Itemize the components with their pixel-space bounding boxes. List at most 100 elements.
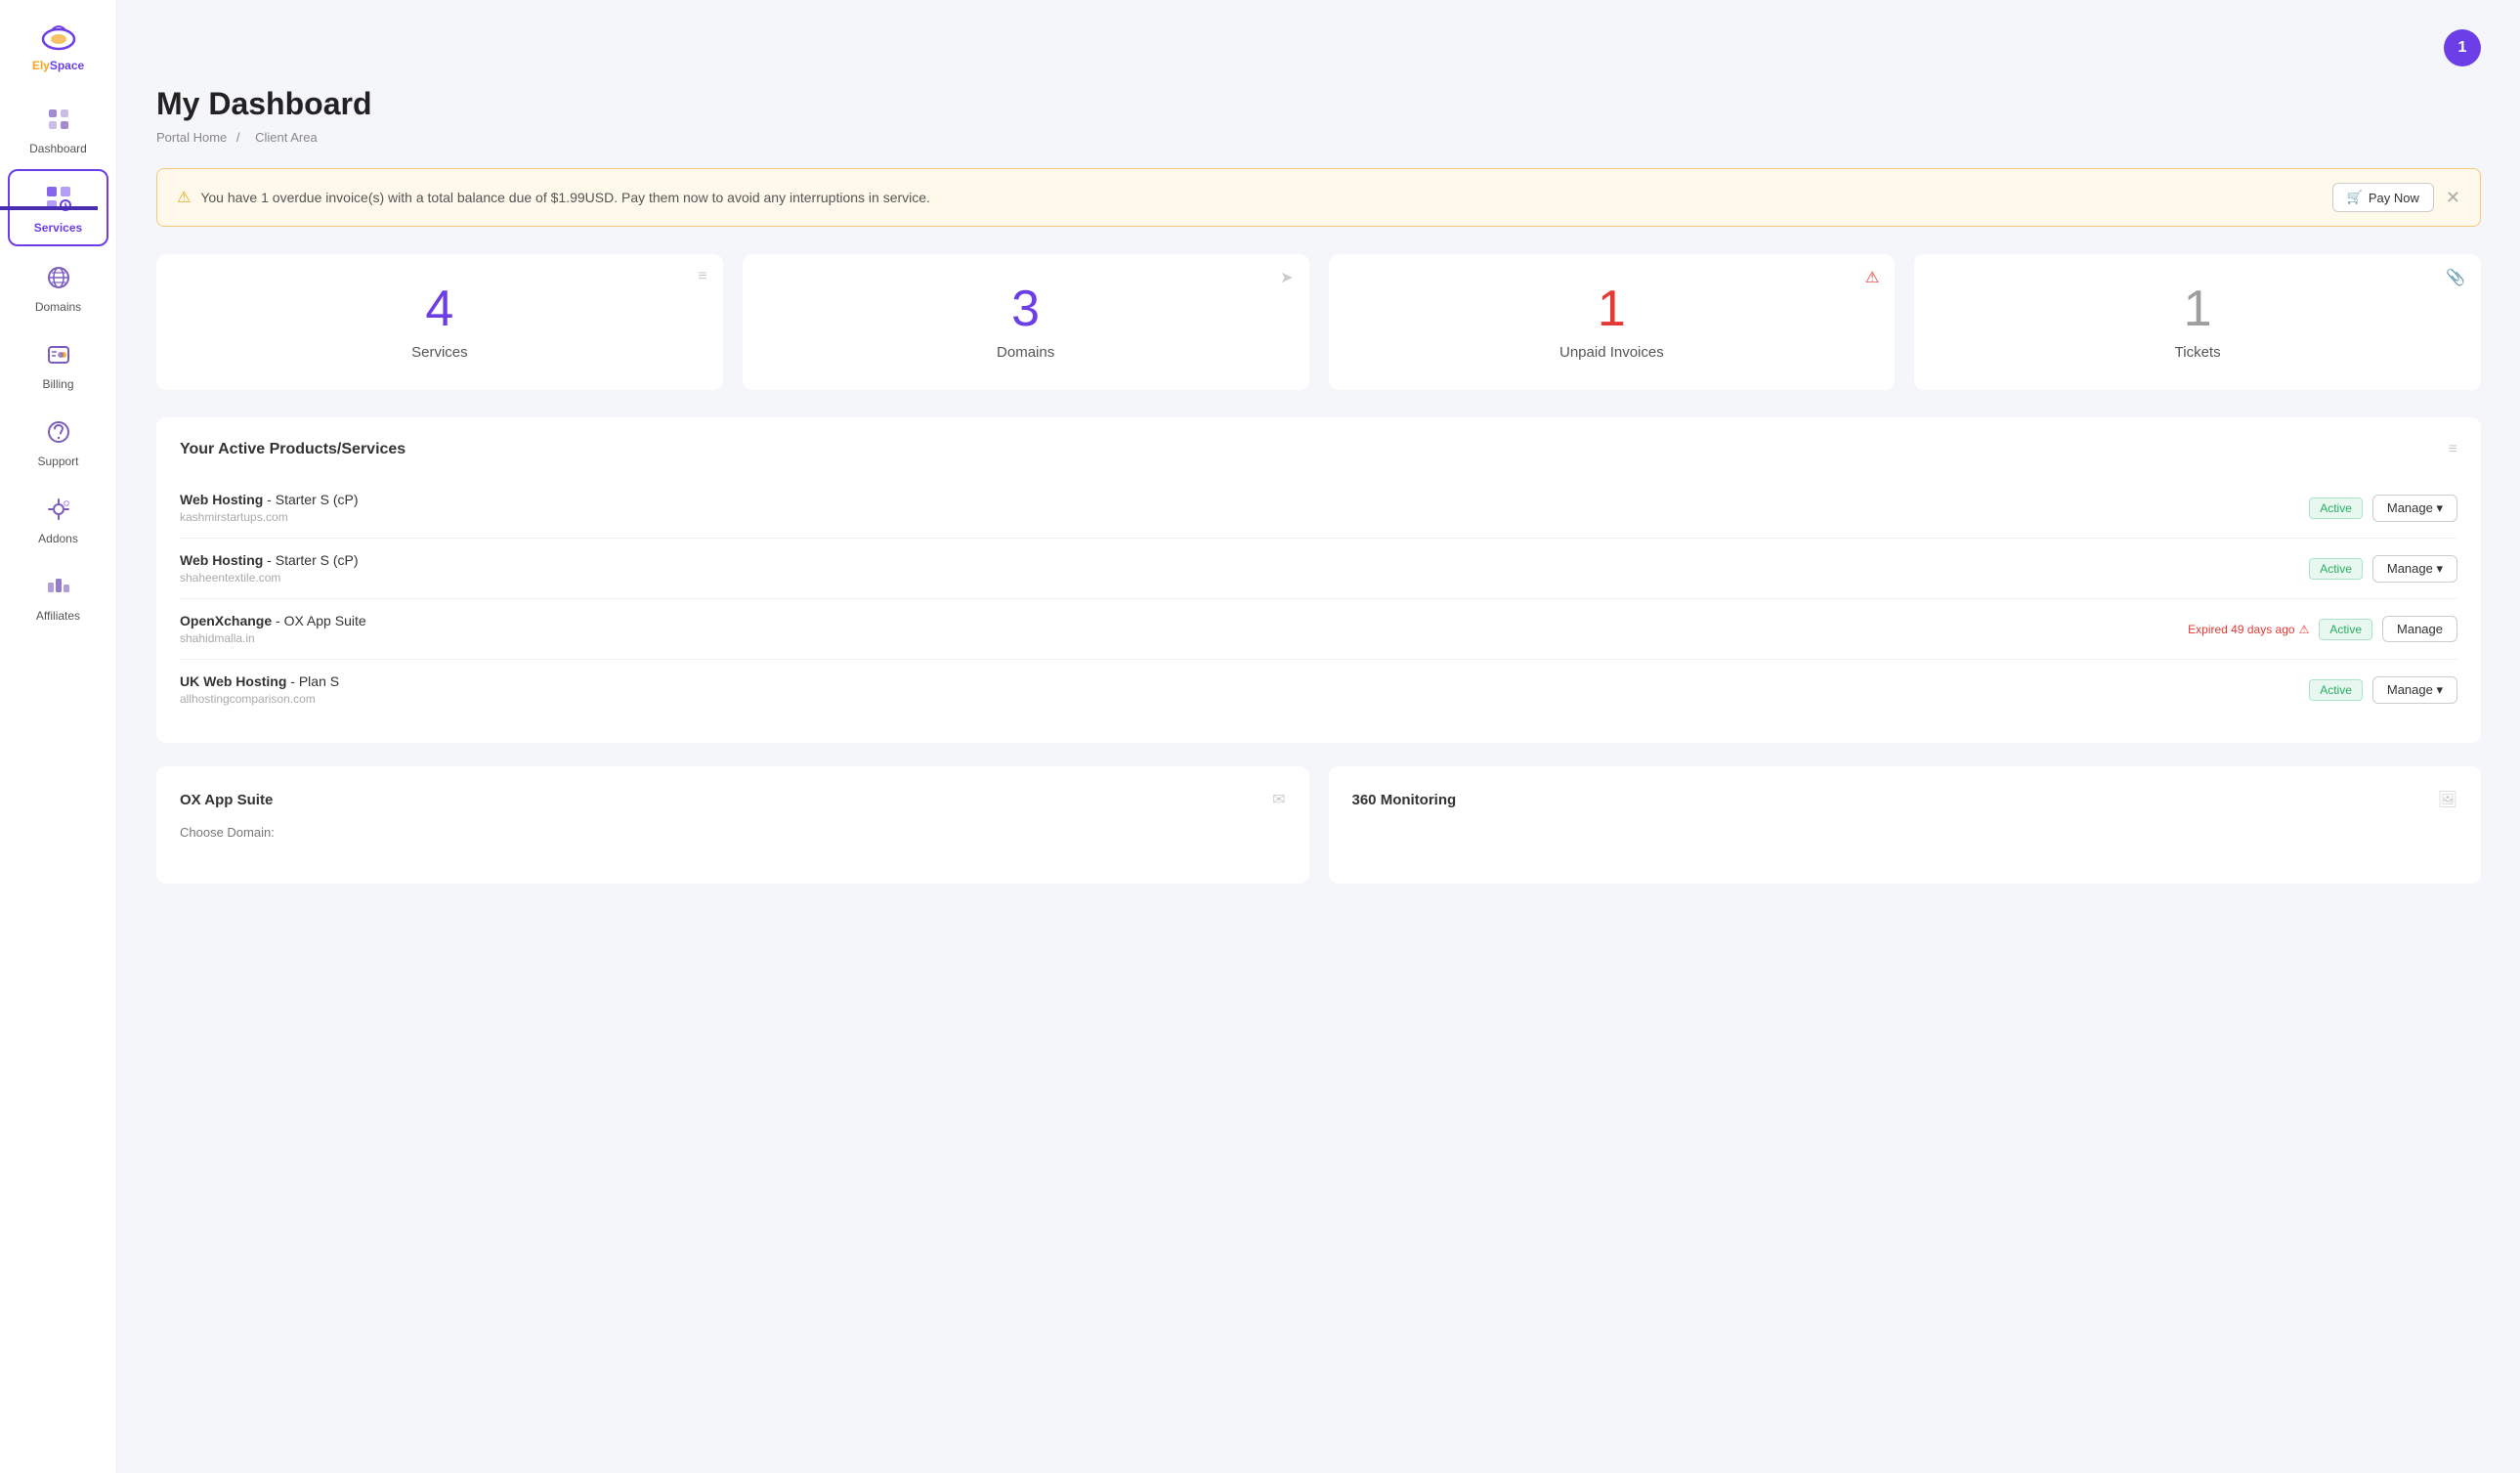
small-card-header: 360 Monitoring 🖼 bbox=[1352, 790, 2458, 809]
stats-grid: ≡ 4 Services ➤ 3 Domains ⚠ 1 Unpaid Invo… bbox=[156, 254, 2481, 390]
ox-app-suite-title: OX App Suite bbox=[180, 792, 273, 808]
status-badge: Active bbox=[2309, 679, 2363, 701]
stat-invoices-alert-icon: ⚠ bbox=[1865, 268, 1879, 287]
stat-card-services: ≡ 4 Services bbox=[156, 254, 723, 390]
sidebar-item-services-label: Services bbox=[34, 221, 82, 235]
sidebar-item-addons[interactable]: Addons bbox=[8, 482, 108, 555]
service-row: UK Web Hosting - Plan S allhostingcompar… bbox=[180, 660, 2457, 719]
stat-domains-number: 3 bbox=[762, 283, 1290, 334]
main-content: 1 My Dashboard Portal Home / Client Area… bbox=[117, 0, 2520, 1473]
close-alert-button[interactable]: ✕ bbox=[2446, 188, 2460, 208]
alert-banner: ⚠ You have 1 overdue invoice(s) with a t… bbox=[156, 168, 2481, 227]
notification-badge[interactable]: 1 bbox=[2444, 29, 2481, 66]
sidebar-item-addons-label: Addons bbox=[38, 532, 78, 545]
stat-domains-label: Domains bbox=[762, 344, 1290, 361]
support-icon bbox=[41, 414, 76, 450]
service-name: OpenXchange - OX App Suite bbox=[180, 613, 366, 628]
manage-button[interactable]: Manage ▾ bbox=[2372, 555, 2457, 583]
addons-icon bbox=[41, 492, 76, 527]
service-domain: shahidmalla.in bbox=[180, 631, 366, 645]
service-domain: shaheentextile.com bbox=[180, 571, 359, 585]
service-name: Web Hosting - Starter S (cP) bbox=[180, 552, 359, 568]
top-bar: 1 bbox=[156, 29, 2481, 66]
small-card-header: OX App Suite ✉ bbox=[180, 790, 1286, 809]
monitoring-icon: 🖼 bbox=[2438, 790, 2457, 809]
manage-button[interactable]: Manage ▾ bbox=[2372, 495, 2457, 522]
envelope-icon: ✉ bbox=[1272, 790, 1285, 809]
sidebar-item-affiliates[interactable]: Affiliates bbox=[8, 559, 108, 632]
app-name: ElySpace bbox=[32, 59, 84, 72]
page-title: My Dashboard bbox=[156, 86, 2481, 122]
status-badge: Active bbox=[2309, 498, 2363, 519]
expired-alert-icon: ⚠ bbox=[2299, 623, 2310, 636]
sidebar: ElySpace Dashboard bbox=[0, 0, 117, 1473]
sidebar-item-services[interactable]: Services bbox=[8, 169, 108, 246]
stat-invoices-number: 1 bbox=[1348, 283, 1876, 334]
breadcrumb-separator: / bbox=[236, 130, 240, 145]
breadcrumb-home[interactable]: Portal Home bbox=[156, 130, 227, 145]
service-row: OpenXchange - OX App Suite shahidmalla.i… bbox=[180, 599, 2457, 660]
stat-tickets-icon: 📎 bbox=[2446, 268, 2465, 287]
choose-domain-label: Choose Domain: bbox=[180, 825, 1286, 840]
sidebar-item-support-label: Support bbox=[37, 455, 78, 468]
services-section-header: Your Active Products/Services ≡ bbox=[180, 441, 2457, 458]
service-actions: Active Manage ▾ bbox=[2309, 676, 2457, 704]
stat-services-number: 4 bbox=[176, 283, 704, 334]
stat-tickets-number: 1 bbox=[1934, 283, 2461, 334]
sidebar-item-dashboard[interactable]: Dashboard bbox=[8, 92, 108, 165]
alert-right: 🛒 Pay Now ✕ bbox=[2332, 183, 2460, 212]
cart-icon: 🛒 bbox=[2347, 190, 2363, 205]
alert-warning-icon: ⚠ bbox=[177, 188, 191, 207]
monitoring-title: 360 Monitoring bbox=[1352, 792, 1457, 808]
monitoring-card: 360 Monitoring 🖼 bbox=[1329, 766, 2482, 884]
service-row: Web Hosting - Starter S (cP) kashmirstar… bbox=[180, 478, 2457, 539]
alert-left: ⚠ You have 1 overdue invoice(s) with a t… bbox=[177, 188, 930, 207]
dashboard-icon bbox=[41, 102, 76, 137]
sidebar-item-billing[interactable]: Billing bbox=[8, 327, 108, 401]
services-section: Your Active Products/Services ≡ Web Host… bbox=[156, 417, 2481, 743]
service-info: UK Web Hosting - Plan S allhostingcompar… bbox=[180, 673, 339, 706]
billing-icon bbox=[41, 337, 76, 372]
service-domain: allhostingcomparison.com bbox=[180, 692, 339, 706]
sidebar-item-dashboard-label: Dashboard bbox=[29, 142, 87, 155]
pay-now-label: Pay Now bbox=[2369, 191, 2419, 205]
stat-services-icon: ≡ bbox=[698, 268, 706, 285]
services-arrow bbox=[0, 200, 98, 216]
service-actions: Expired 49 days ago ⚠ Active Manage bbox=[2188, 616, 2457, 642]
service-name: Web Hosting - Starter S (cP) bbox=[180, 492, 359, 507]
breadcrumb-current: Client Area bbox=[255, 130, 318, 145]
stat-card-tickets: 📎 1 Tickets bbox=[1914, 254, 2481, 390]
domains-icon bbox=[41, 260, 76, 295]
manage-button[interactable]: Manage bbox=[2382, 616, 2457, 642]
breadcrumb: Portal Home / Client Area bbox=[156, 130, 2481, 145]
affiliates-icon bbox=[41, 569, 76, 604]
app-logo: ElySpace bbox=[24, 10, 92, 80]
service-row: Web Hosting - Starter S (cP) shaheentext… bbox=[180, 539, 2457, 599]
service-actions: Active Manage ▾ bbox=[2309, 495, 2457, 522]
bottom-cards: OX App Suite ✉ Choose Domain: 360 Monito… bbox=[156, 766, 2481, 884]
sidebar-item-support[interactable]: Support bbox=[8, 405, 108, 478]
manage-button[interactable]: Manage ▾ bbox=[2372, 676, 2457, 704]
sidebar-item-affiliates-label: Affiliates bbox=[36, 609, 80, 623]
service-actions: Active Manage ▾ bbox=[2309, 555, 2457, 583]
expired-text: Expired 49 days ago ⚠ bbox=[2188, 623, 2309, 636]
service-info: OpenXchange - OX App Suite shahidmalla.i… bbox=[180, 613, 366, 645]
stat-card-invoices: ⚠ 1 Unpaid Invoices bbox=[1329, 254, 1896, 390]
stat-tickets-label: Tickets bbox=[1934, 344, 2461, 361]
status-badge: Active bbox=[2309, 558, 2363, 580]
ox-app-suite-card: OX App Suite ✉ Choose Domain: bbox=[156, 766, 1309, 884]
service-domain: kashmirstartups.com bbox=[180, 510, 359, 524]
sidebar-item-domains[interactable]: Domains bbox=[8, 250, 108, 324]
stat-services-label: Services bbox=[176, 344, 704, 361]
stat-card-domains: ➤ 3 Domains bbox=[743, 254, 1309, 390]
sidebar-item-domains-label: Domains bbox=[35, 300, 81, 314]
status-badge: Active bbox=[2319, 619, 2372, 640]
service-name: UK Web Hosting - Plan S bbox=[180, 673, 339, 689]
services-section-title: Your Active Products/Services bbox=[180, 441, 406, 458]
services-section-menu-icon: ≡ bbox=[2449, 441, 2457, 458]
sidebar-item-billing-label: Billing bbox=[42, 377, 73, 391]
stat-domains-icon: ➤ bbox=[1280, 268, 1293, 287]
stat-invoices-label: Unpaid Invoices bbox=[1348, 344, 1876, 361]
pay-now-button[interactable]: 🛒 Pay Now bbox=[2332, 183, 2434, 212]
service-info: Web Hosting - Starter S (cP) shaheentext… bbox=[180, 552, 359, 585]
